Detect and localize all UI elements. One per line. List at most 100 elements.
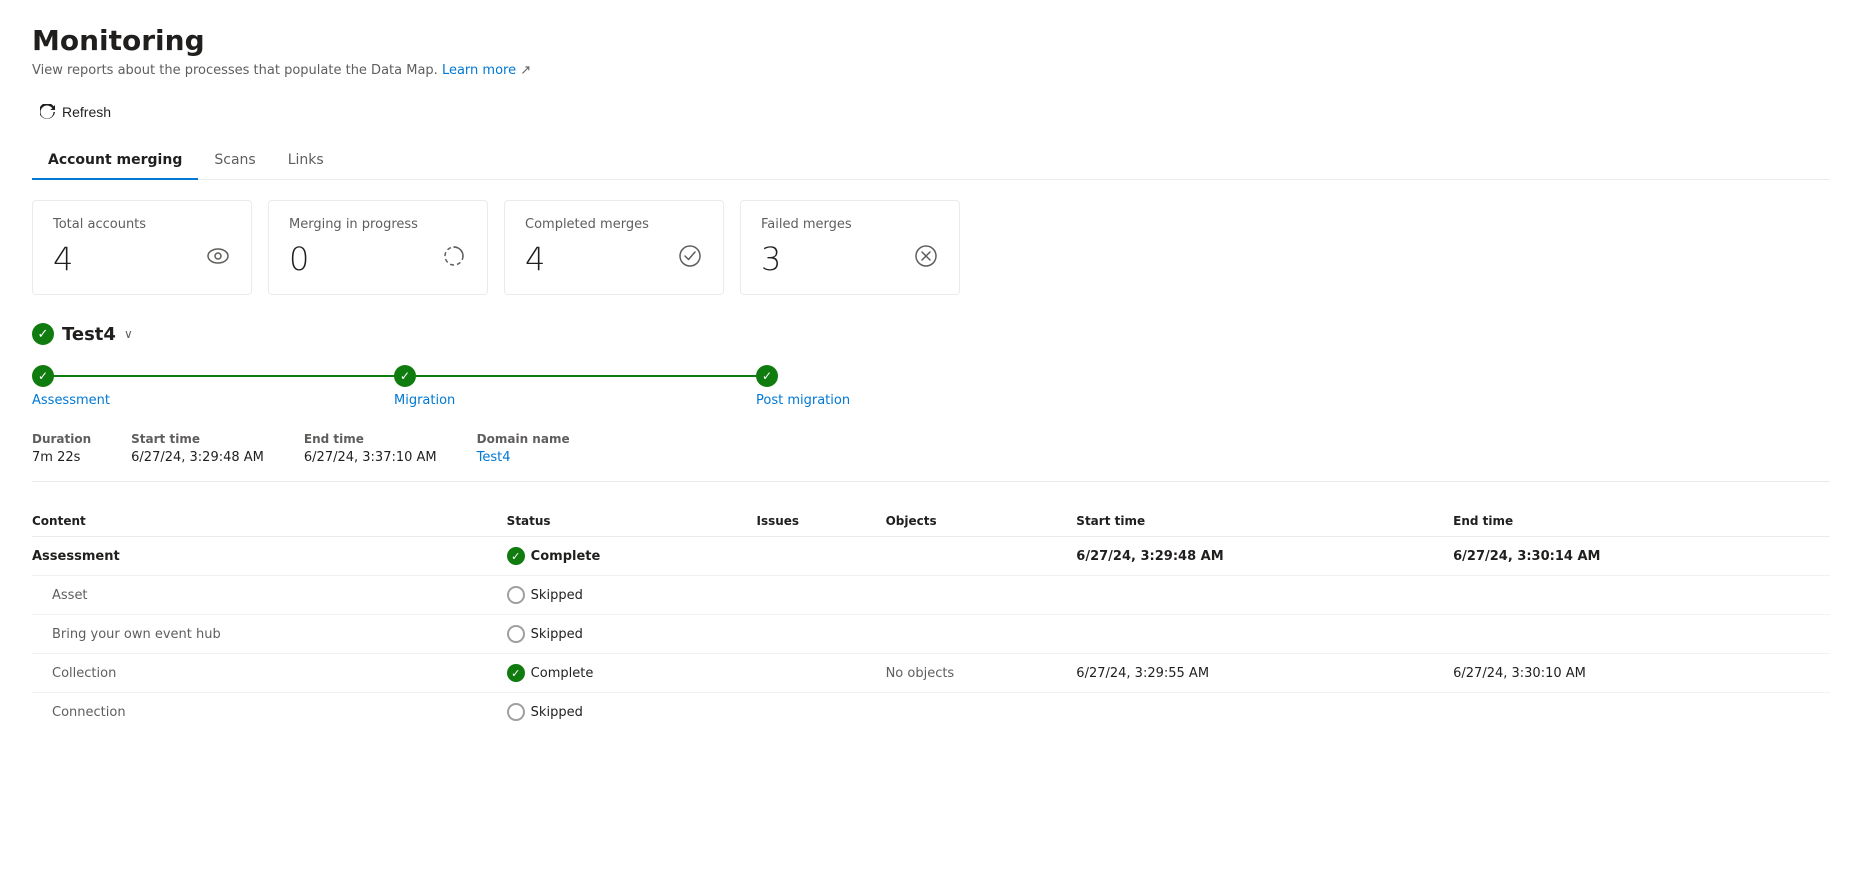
table-cell-content: Collection <box>32 654 507 693</box>
account-section: ✓ Test4 ∨ ✓ Assessment ✓ Migration <box>32 323 1830 731</box>
table-cell-start-time <box>1076 693 1453 732</box>
stat-label-total-accounts: Total accounts <box>53 217 231 232</box>
table-cell-issues <box>757 654 886 693</box>
page-title: Monitoring <box>32 24 1830 57</box>
col-header-issues: Issues <box>757 506 886 537</box>
table-cell-content: Assessment <box>32 537 507 576</box>
tabs-container: Account merging Scans Links <box>32 142 1830 180</box>
learn-more-link[interactable]: Learn more <box>442 63 516 78</box>
step-migration: ✓ Migration <box>394 365 756 408</box>
step-circle-post-migration: ✓ <box>756 365 778 387</box>
step-circle-migration: ✓ <box>394 365 416 387</box>
account-status-icon: ✓ <box>32 323 54 345</box>
table-cell-content: Bring your own event hub <box>32 615 507 654</box>
content-table: Content Status Issues Objects Start time… <box>32 506 1830 731</box>
stat-value-total-accounts: 4 <box>53 240 73 278</box>
table-cell-status: Skipped <box>507 615 757 654</box>
stat-card-failed-merges: Failed merges 3 <box>740 200 960 295</box>
col-header-objects: Objects <box>886 506 1077 537</box>
tab-account-merging[interactable]: Account merging <box>32 142 198 180</box>
info-domain-value[interactable]: Test4 <box>477 450 570 465</box>
info-domain-label: Domain name <box>477 432 570 446</box>
table-cell-end-time: 6/27/24, 3:30:10 AM <box>1453 654 1830 693</box>
table-cell-objects: No objects <box>886 654 1077 693</box>
table-row: ConnectionSkipped <box>32 693 1830 732</box>
table-cell-objects <box>886 537 1077 576</box>
info-duration: Duration 7m 22s <box>32 432 91 465</box>
stat-label-completed-merges: Completed merges <box>525 217 703 232</box>
info-end-time: End time 6/27/24, 3:37:10 AM <box>304 432 437 465</box>
refresh-icon <box>40 104 56 120</box>
info-duration-value: 7m 22s <box>32 450 91 465</box>
step-post-migration: ✓ Post migration <box>756 365 850 408</box>
step-line-2 <box>416 375 756 377</box>
info-start-time-label: Start time <box>131 432 264 446</box>
info-start-time: Start time 6/27/24, 3:29:48 AM <box>131 432 264 465</box>
toolbar: Refresh <box>32 98 1830 126</box>
table-cell-objects <box>886 576 1077 615</box>
complete-icon: ✓ <box>507 664 525 682</box>
tab-links[interactable]: Links <box>272 142 340 180</box>
table-cell-objects <box>886 693 1077 732</box>
table-cell-issues <box>757 615 886 654</box>
table-cell-objects <box>886 615 1077 654</box>
table-cell-status: Skipped <box>507 576 757 615</box>
stat-label-merging-in-progress: Merging in progress <box>289 217 467 232</box>
table-cell-issues <box>757 537 886 576</box>
info-domain: Domain name Test4 <box>477 432 570 465</box>
table-row: Bring your own event hubSkipped <box>32 615 1830 654</box>
table-cell-issues <box>757 576 886 615</box>
table-cell-start-time: 6/27/24, 3:29:55 AM <box>1076 654 1453 693</box>
stat-card-merging-in-progress: Merging in progress 0 <box>268 200 488 295</box>
step-line-1 <box>54 375 394 377</box>
refresh-button[interactable]: Refresh <box>32 98 119 126</box>
sync-icon <box>441 243 467 275</box>
stat-label-failed-merges: Failed merges <box>761 217 939 232</box>
info-end-time-value: 6/27/24, 3:37:10 AM <box>304 450 437 465</box>
step-label-migration: Migration <box>394 393 455 408</box>
account-name: Test4 <box>62 324 116 345</box>
table-cell-status: Skipped <box>507 693 757 732</box>
x-circle-icon <box>913 243 939 275</box>
step-circle-assessment: ✓ <box>32 365 54 387</box>
stat-value-completed-merges: 4 <box>525 240 545 278</box>
step-assessment: ✓ Assessment <box>32 365 394 408</box>
tab-scans[interactable]: Scans <box>198 142 271 180</box>
skipped-icon <box>507 703 525 721</box>
complete-icon: ✓ <box>507 547 525 565</box>
table-cell-status: ✓Complete <box>507 654 757 693</box>
page-subtitle: View reports about the processes that po… <box>32 63 1830 78</box>
col-header-content: Content <box>32 506 507 537</box>
step-label-post-migration: Post migration <box>756 393 850 408</box>
table-cell-issues <box>757 693 886 732</box>
col-header-start-time: Start time <box>1076 506 1453 537</box>
table-cell-content: Connection <box>32 693 507 732</box>
col-header-status: Status <box>507 506 757 537</box>
table-cell-content: Asset <box>32 576 507 615</box>
stat-card-completed-merges: Completed merges 4 <box>504 200 724 295</box>
table-cell-status: ✓Complete <box>507 537 757 576</box>
table-cell-end-time <box>1453 693 1830 732</box>
skipped-icon <box>507 625 525 643</box>
stat-value-merging-in-progress: 0 <box>289 240 309 278</box>
check-circle-icon <box>677 243 703 275</box>
table-row: Collection✓CompleteNo objects6/27/24, 3:… <box>32 654 1830 693</box>
table-cell-end-time: 6/27/24, 3:30:14 AM <box>1453 537 1830 576</box>
stat-card-total-accounts: Total accounts 4 <box>32 200 252 295</box>
info-duration-label: Duration <box>32 432 91 446</box>
table-row: Assessment✓Complete6/27/24, 3:29:48 AM6/… <box>32 537 1830 576</box>
info-end-time-label: End time <box>304 432 437 446</box>
steps-row: ✓ Assessment ✓ Migration ✓ Post migratio… <box>32 365 1830 408</box>
table-cell-start-time <box>1076 615 1453 654</box>
stat-value-failed-merges: 3 <box>761 240 781 278</box>
account-expand-icon[interactable]: ∨ <box>124 327 133 341</box>
skipped-icon <box>507 586 525 604</box>
table-cell-end-time <box>1453 576 1830 615</box>
stats-row: Total accounts 4 Merging in progress 0 <box>32 200 1830 295</box>
account-header: ✓ Test4 ∨ <box>32 323 1830 345</box>
table-cell-end-time <box>1453 615 1830 654</box>
col-header-end-time: End time <box>1453 506 1830 537</box>
eye-icon <box>205 243 231 275</box>
step-label-assessment: Assessment <box>32 393 110 408</box>
info-start-time-value: 6/27/24, 3:29:48 AM <box>131 450 264 465</box>
